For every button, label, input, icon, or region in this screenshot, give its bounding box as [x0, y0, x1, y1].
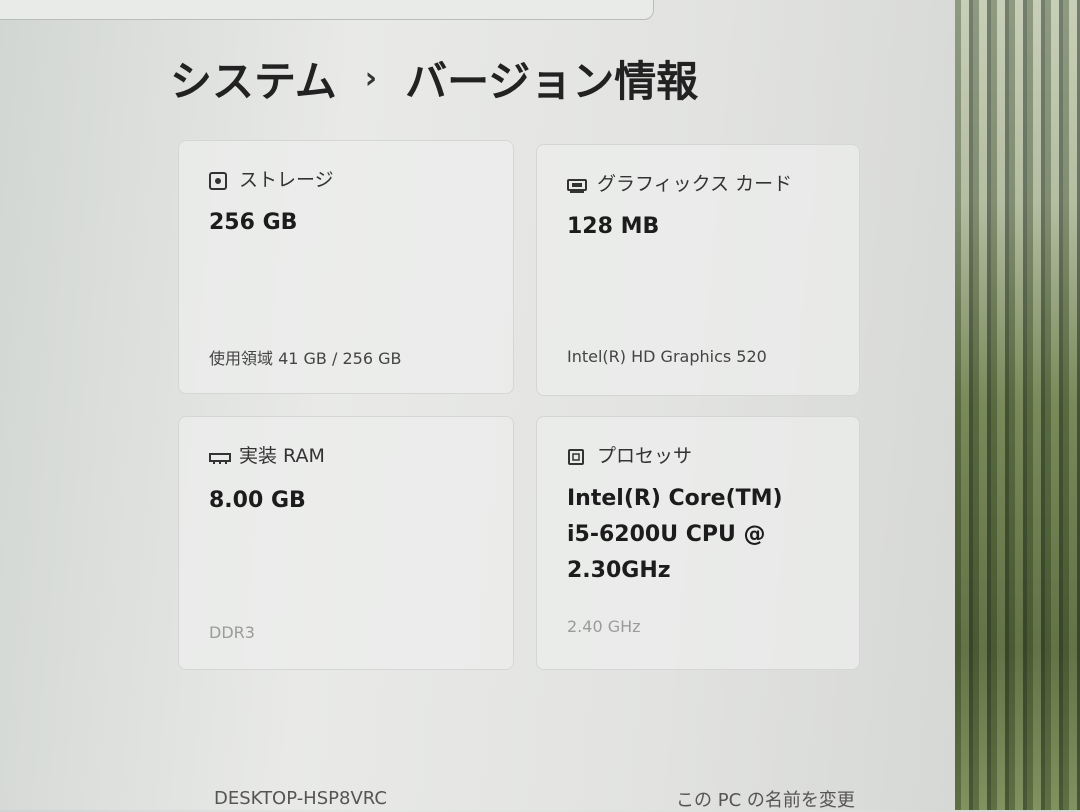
search-bar[interactable]	[0, 0, 654, 20]
processor-speed: 2.40 GHz	[567, 617, 641, 636]
graphics-label: グラフィックス カード	[597, 173, 793, 195]
breadcrumb-parent[interactable]: システム	[170, 48, 337, 109]
page-title: バージョン情報	[405, 57, 699, 106]
graphics-model: Intel(R) HD Graphics 520	[567, 347, 767, 366]
desktop-wallpaper	[955, 0, 1080, 810]
ram-card: 実装 RAM 8.00 GB DDR3	[178, 416, 514, 670]
graphics-card-icon	[567, 176, 587, 193]
processor-card: プロセッサ Intel(R) Core(TM) i5-6200U CPU @ 2…	[536, 416, 860, 670]
storage-value: 256 GB	[209, 210, 298, 235]
processor-value-line-3: 2.30GHz	[567, 558, 671, 583]
ram-label: 実装 RAM	[239, 445, 325, 467]
device-name: DESKTOP-HSP8VRC	[214, 788, 387, 809]
processor-icon	[567, 448, 585, 465]
graphics-value: 128 MB	[567, 214, 660, 239]
processor-card-header: プロセッサ	[567, 441, 692, 468]
breadcrumb-separator: ›	[364, 61, 378, 96]
ram-value: 8.00 GB	[209, 488, 306, 513]
storage-label: ストレージ	[239, 169, 334, 191]
breadcrumb: システム › バージョン情報	[170, 48, 698, 109]
processor-value-line-2: i5-6200U CPU @	[567, 522, 766, 547]
ram-card-header: 実装 RAM	[209, 441, 325, 468]
rename-pc-link[interactable]: この PC の名前を変更	[676, 786, 855, 812]
settings-window: システム › バージョン情報 ストレージ 256 GB 使用領域 41 GB /…	[0, 0, 955, 812]
storage-icon	[209, 171, 227, 190]
ram-type: DDR3	[209, 623, 255, 642]
processor-label: プロセッサ	[597, 445, 693, 467]
memory-icon	[209, 448, 231, 464]
graphics-card-header: グラフィックス カード	[567, 169, 792, 196]
storage-card: ストレージ 256 GB 使用領域 41 GB / 256 GB	[178, 140, 514, 394]
storage-card-header: ストレージ	[209, 165, 334, 192]
storage-usage: 使用領域 41 GB / 256 GB	[209, 349, 402, 368]
graphics-card: グラフィックス カード 128 MB Intel(R) HD Graphics …	[536, 144, 860, 396]
processor-value-line-1: Intel(R) Core(TM)	[567, 486, 783, 511]
